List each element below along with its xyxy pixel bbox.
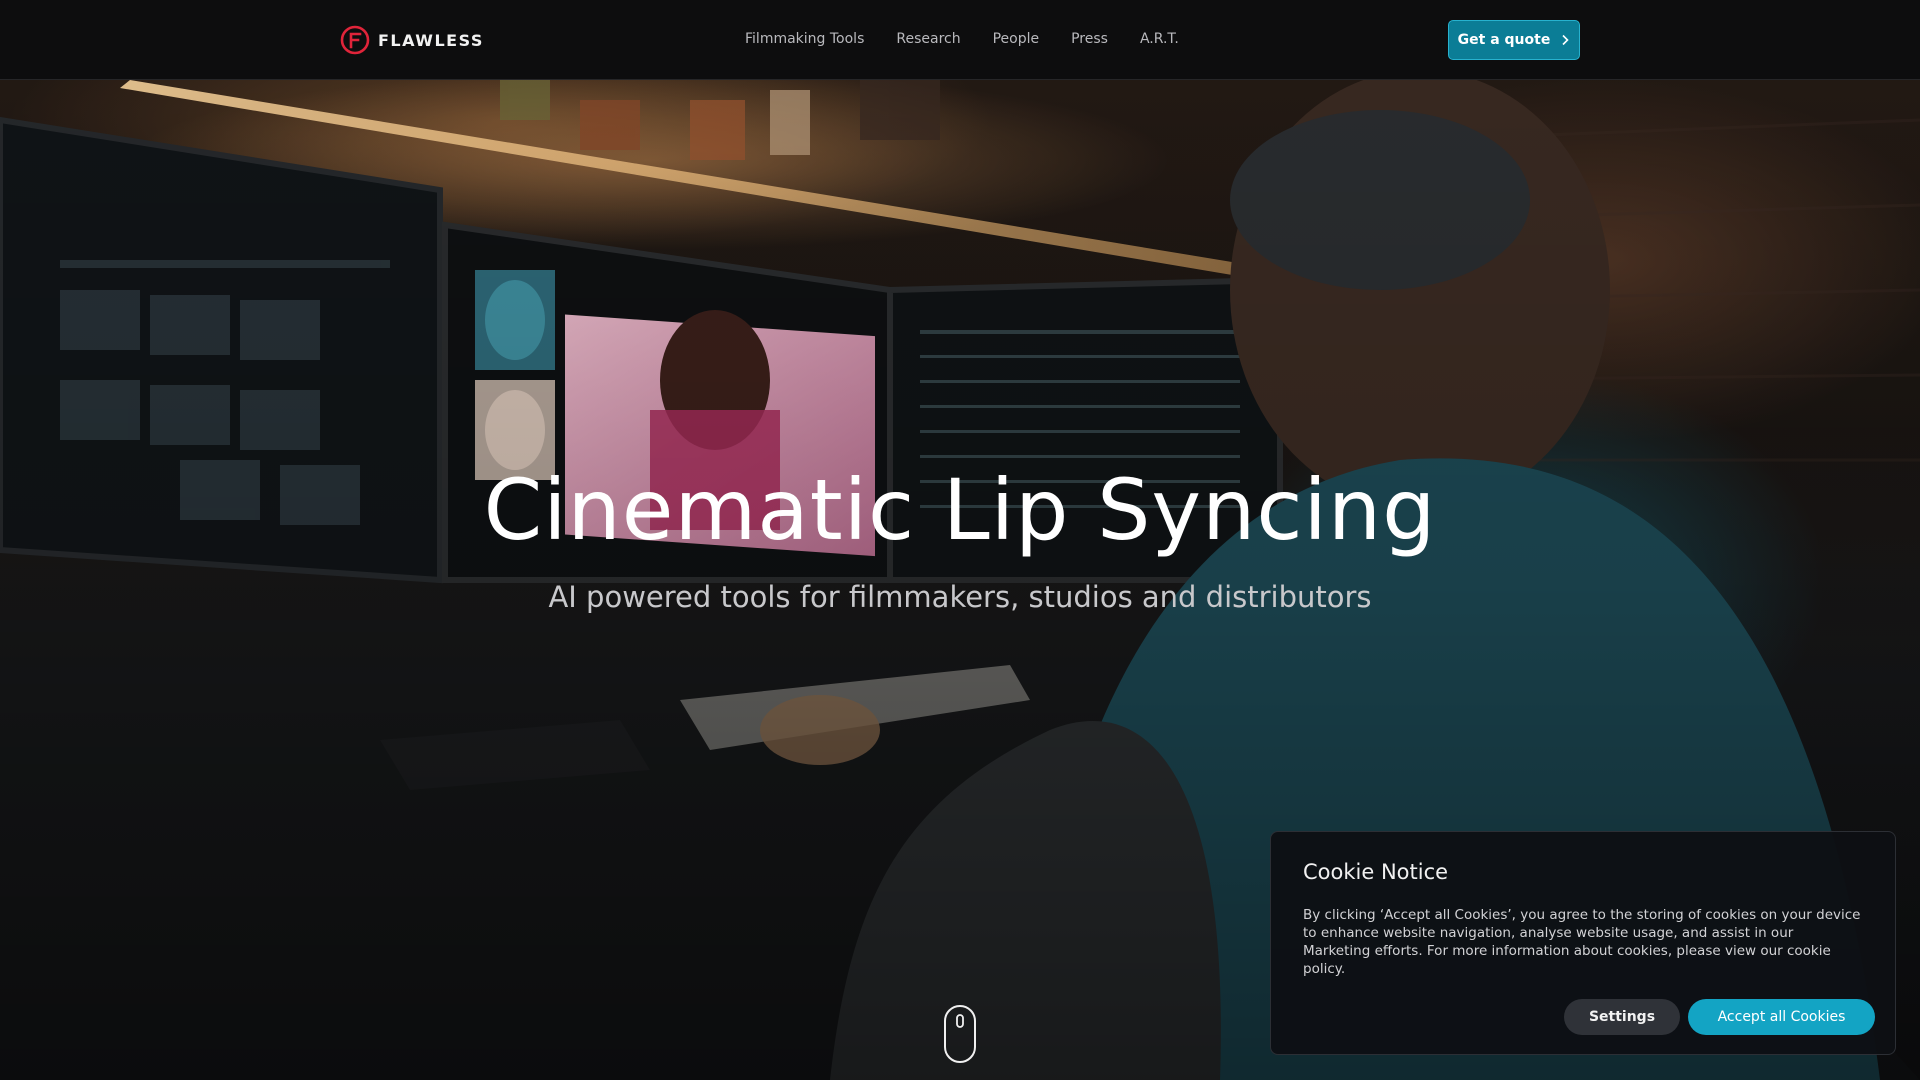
mouse-scroll-icon[interactable] bbox=[943, 1004, 977, 1064]
get-a-quote-label: Get a quote bbox=[1457, 32, 1551, 48]
hero-title: Cinematic Lip Syncing bbox=[483, 461, 1437, 559]
cookie-actions: Settings Accept all Cookies bbox=[1564, 999, 1875, 1035]
chevron-right-icon bbox=[1562, 34, 1569, 46]
cookie-notice: Cookie Notice By clicking ‘Accept all Co… bbox=[1270, 831, 1896, 1055]
flawless-logo-icon bbox=[340, 25, 370, 55]
accept-all-cookies-button[interactable]: Accept all Cookies bbox=[1688, 999, 1875, 1035]
nav-art[interactable]: A.R.T. bbox=[1140, 28, 1179, 50]
nav-research[interactable]: Research bbox=[896, 28, 960, 50]
nav-press[interactable]: Press bbox=[1071, 28, 1108, 50]
main-nav: Filmmaking Tools Research People Press A… bbox=[745, 28, 1179, 50]
nav-filmmaking-tools[interactable]: Filmmaking Tools bbox=[745, 28, 864, 50]
get-a-quote-button[interactable]: Get a quote bbox=[1448, 20, 1580, 60]
cookie-notice-title: Cookie Notice bbox=[1303, 860, 1449, 884]
site-header: FLAWLESS Filmmaking Tools Research Peopl… bbox=[0, 0, 1920, 80]
cookie-notice-text: By clicking ‘Accept all Cookies’, you ag… bbox=[1303, 907, 1861, 977]
cookie-settings-button[interactable]: Settings bbox=[1564, 999, 1680, 1035]
hero-subtitle: AI powered tools for filmmakers, studios… bbox=[548, 580, 1372, 614]
brand-logo-link[interactable]: FLAWLESS bbox=[340, 24, 484, 56]
brand-name: FLAWLESS bbox=[378, 30, 484, 50]
page: FLAWLESS Filmmaking Tools Research Peopl… bbox=[0, 0, 1920, 1080]
nav-people[interactable]: People bbox=[993, 28, 1040, 50]
